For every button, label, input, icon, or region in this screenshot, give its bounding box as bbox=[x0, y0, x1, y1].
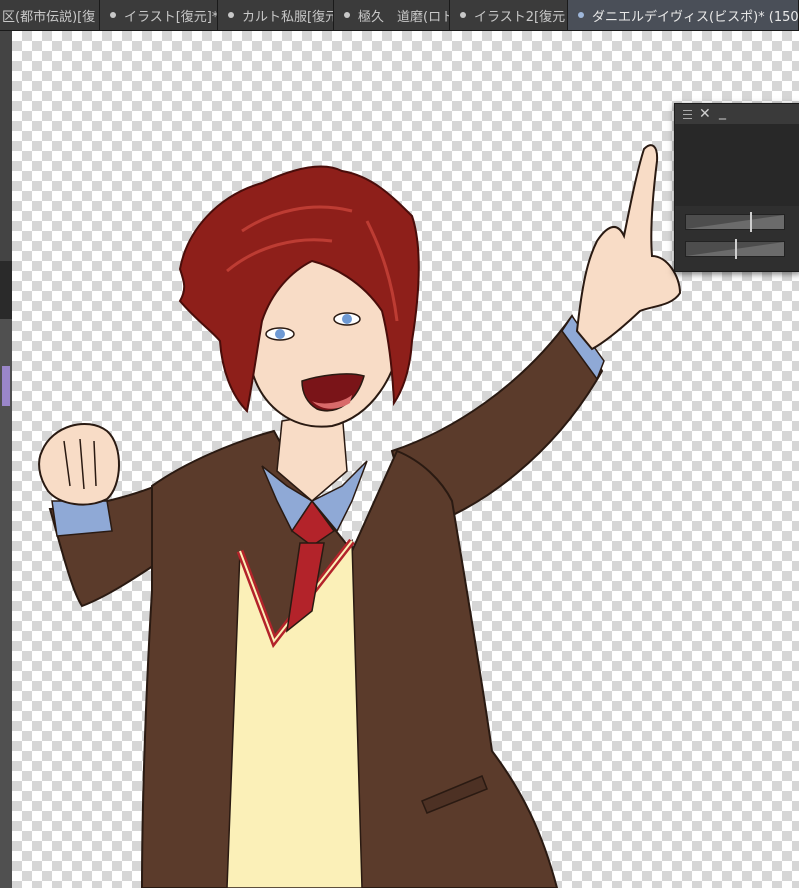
unsaved-dot-icon bbox=[110, 12, 116, 18]
document-tab-bar: 区(都市伝説)[復 イラスト[復元]* カルト私服[復元 極久 道磨(ロト イラ… bbox=[0, 0, 799, 31]
tab-label: カルト私服[復元 bbox=[242, 9, 333, 25]
tab-label: 区(都市伝説)[復 bbox=[2, 9, 96, 25]
tab-daniel-davis[interactable]: ダニエルデイヴィス(ビスポ)* (1500 x bbox=[568, 0, 799, 30]
rotate-slider[interactable] bbox=[685, 239, 785, 259]
tab-label: ダニエルデイヴィス(ビスポ)* (1500 x bbox=[592, 9, 798, 25]
minimize-icon[interactable]: _ bbox=[719, 104, 726, 120]
zoom-slider[interactable] bbox=[685, 212, 785, 232]
unsaved-dot-icon bbox=[578, 12, 584, 18]
navigator-panel[interactable]: ✕ _ bbox=[674, 103, 799, 272]
panel-titlebar[interactable]: ✕ _ bbox=[675, 104, 799, 124]
close-icon[interactable]: ✕ bbox=[699, 105, 711, 123]
tab-illust[interactable]: イラスト[復元]* bbox=[100, 0, 218, 30]
tab-label: 極久 道磨(ロト bbox=[358, 9, 449, 25]
left-panel-edge bbox=[0, 31, 12, 888]
tab-label: イラスト[復元]* bbox=[124, 9, 217, 25]
unsaved-dot-icon bbox=[460, 12, 466, 18]
rotate-slider-thumb[interactable] bbox=[735, 239, 737, 259]
panel-scroll-marker[interactable] bbox=[2, 366, 10, 406]
unsaved-dot-icon bbox=[344, 12, 350, 18]
menu-icon[interactable] bbox=[683, 110, 692, 119]
unsaved-dot-icon bbox=[228, 12, 234, 18]
tab-kiwami[interactable]: 極久 道磨(ロト bbox=[334, 0, 450, 30]
zoom-slider-thumb[interactable] bbox=[750, 212, 752, 232]
tab-label: イラスト2[復元 bbox=[474, 9, 566, 25]
navigator-preview[interactable] bbox=[675, 124, 799, 206]
tab-illust-2[interactable]: イラスト2[復元 bbox=[450, 0, 568, 30]
tab-cult-shifuku[interactable]: カルト私服[復元 bbox=[218, 0, 334, 30]
tab-toshi-densetsu[interactable]: 区(都市伝説)[復 bbox=[0, 0, 100, 30]
